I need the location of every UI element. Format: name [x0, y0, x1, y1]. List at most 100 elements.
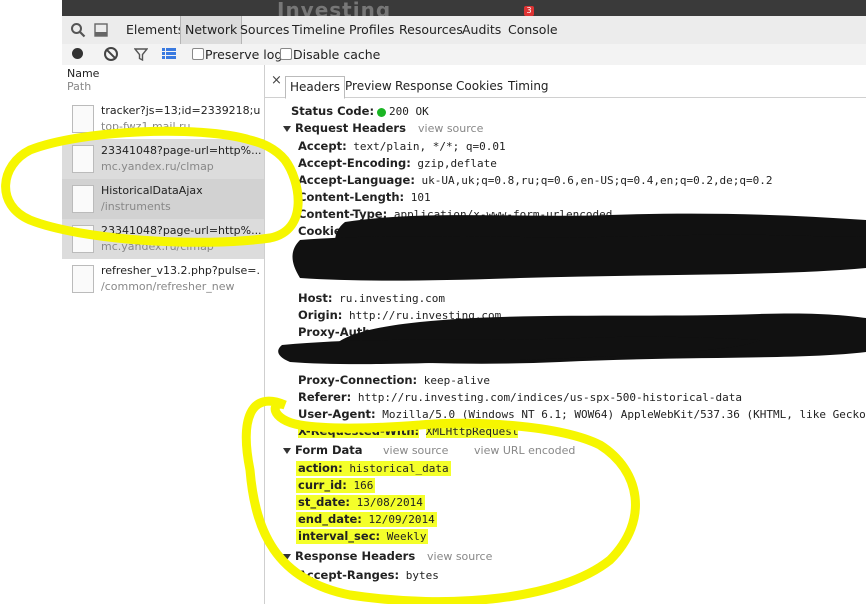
request-row-selected[interactable]: HistoricalDataAjax /instruments [62, 179, 264, 219]
form-row: interval_sec: Weekly [296, 528, 429, 545]
request-headers-view-source[interactable]: view source [418, 122, 483, 135]
tab-profiles[interactable]: Profiles [349, 16, 394, 44]
header-row: Proxy-Connection: keep-alive [298, 372, 490, 389]
header-value: XMLHttpRequest [425, 425, 519, 438]
document-icon [72, 105, 94, 133]
tab-timing[interactable]: Timing [508, 76, 549, 97]
header-key: User-Agent: [298, 407, 376, 421]
form-value: 166 [353, 479, 374, 492]
form-data-view-source[interactable]: view source [383, 444, 448, 457]
form-data-view-url-encoded[interactable]: view URL encoded [474, 444, 575, 457]
response-headers-title: Response Headers [295, 549, 416, 563]
browser-top-strip: Investing 3 [62, 0, 866, 22]
tab-sources[interactable]: Sources [240, 16, 289, 44]
header-key: Referer: [298, 390, 352, 404]
header-key: Accept-Encoding: [298, 156, 411, 170]
header-value: http://ru.investing.com [348, 309, 502, 322]
request-row[interactable]: 23341048?page-url=http%... mc.yandex.ru/… [62, 219, 264, 259]
status-code-row: Status Code: 200 OK [291, 103, 429, 120]
column-name-label: Name [67, 67, 100, 80]
tab-network[interactable]: Network [180, 16, 243, 44]
form-value: 12/09/2014 [368, 513, 435, 526]
document-icon [72, 225, 94, 253]
header-key: Content-Length: [298, 190, 405, 204]
preserve-log-label: Preserve log [205, 47, 283, 62]
header-key: Accept-Language: [298, 173, 415, 187]
device-mode-icon[interactable] [94, 23, 108, 37]
response-headers-section[interactable]: Response Headers [283, 548, 415, 565]
close-icon[interactable]: × [271, 73, 282, 88]
filter-icon[interactable] [134, 48, 148, 61]
header-row: X-Requested-With: XMLHttpRequest [298, 423, 519, 440]
form-value: historical_data [349, 462, 449, 475]
search-icon[interactable] [70, 22, 86, 38]
header-row: Accept: text/plain, */*; q=0.01 [298, 138, 506, 155]
header-key: Origin: [298, 308, 343, 322]
header-row: Origin: http://ru.investing.com [298, 307, 501, 324]
header-row: Content-Length: 101 [298, 189, 431, 206]
tab-timeline[interactable]: Timeline [292, 16, 345, 44]
request-details-panel: × Headers Preview Response Cookies Timin… [265, 65, 866, 604]
tab-cookies[interactable]: Cookies [456, 76, 503, 97]
preserve-log-checkbox[interactable] [192, 48, 204, 60]
form-data-title: Form Data [295, 443, 363, 457]
tab-elements[interactable]: Elements [126, 16, 184, 44]
header-key: Proxy-Connection: [298, 373, 418, 387]
request-headers-section[interactable]: Request Headers [283, 120, 406, 137]
header-key: Accept: [298, 139, 347, 153]
request-path: /instruments [101, 200, 171, 213]
header-key: Accept-Ranges: [298, 568, 400, 582]
tab-resources[interactable]: Resources [399, 16, 463, 44]
header-value: uk-UA,uk;q=0.8,ru;q=0.6,en-US;q=0.4,en;q… [421, 174, 773, 187]
list-view-icon[interactable] [162, 48, 176, 59]
record-icon[interactable] [72, 48, 83, 59]
network-toolbar: Preserve log Disable cache [62, 44, 866, 65]
tab-console[interactable]: Console [508, 16, 558, 44]
form-key: end_date: [298, 512, 362, 526]
status-code-value: 200 OK [389, 105, 429, 118]
document-icon [72, 145, 94, 173]
column-path-label: Path [67, 80, 92, 93]
header-value: keep-alive [423, 374, 491, 387]
collapse-triangle-icon [283, 448, 291, 454]
notification-badge: 3 [524, 6, 534, 16]
form-value: 13/08/2014 [356, 496, 423, 509]
header-value: http://ru.investing.com/indices/us-spx-5… [357, 391, 742, 404]
request-row[interactable]: tracker?js=13;id=2339218;u... top-fwz1.m… [62, 99, 264, 139]
header-row: Accept-Language: uk-UA,uk;q=0.8,ru;q=0.6… [298, 172, 773, 189]
tab-audits[interactable]: Audits [462, 16, 501, 44]
status-ok-icon [377, 107, 387, 117]
header-key: Content-Type: [298, 207, 388, 221]
request-name: tracker?js=13;id=2339218;u... [101, 104, 261, 117]
collapse-triangle-icon [283, 554, 291, 560]
header-value: Mozilla/5.0 (Windows NT 6.1; WOW64) Appl… [382, 408, 866, 421]
disable-cache-checkbox[interactable] [280, 48, 292, 60]
form-row: action: historical_data [296, 460, 451, 477]
request-name: 23341048?page-url=http%... [101, 224, 261, 237]
clear-icon[interactable] [104, 47, 118, 61]
header-row: Host: ru.investing.com [298, 290, 445, 307]
header-value: gzip,deflate [417, 157, 497, 170]
form-row: st_date: 13/08/2014 [296, 494, 425, 511]
form-key: st_date: [298, 495, 350, 509]
request-row[interactable]: refresher_v13.2.php?pulse=... /common/re… [62, 259, 264, 299]
request-name: HistoricalDataAjax [101, 184, 203, 197]
header-key: Host: [298, 291, 333, 305]
tab-preview[interactable]: Preview [345, 76, 392, 97]
form-key: action: [298, 461, 343, 475]
form-data-section[interactable]: Form Data [283, 442, 363, 459]
tab-response[interactable]: Response [395, 76, 453, 97]
form-row: curr_id: 166 [296, 477, 376, 494]
response-headers-view-source[interactable]: view source [427, 550, 492, 563]
header-row: Cookie: [298, 223, 346, 240]
header-key: Proxy-Authorization: [298, 325, 433, 339]
request-row[interactable]: 23341048?page-url=http%... mc.yandex.ru/… [62, 139, 264, 179]
devtools-tab-bar: Elements Network Sources Timeline Profil… [62, 16, 866, 45]
site-logo: Investing [277, 0, 392, 22]
request-path: top-fwz1.mail.ru [101, 120, 191, 133]
header-key: X-Requested-With: [298, 424, 420, 438]
column-header[interactable]: Name Path [67, 67, 99, 93]
request-headers-title: Request Headers [295, 121, 406, 135]
tab-headers[interactable]: Headers [285, 76, 345, 99]
form-value: Weekly [386, 530, 427, 543]
